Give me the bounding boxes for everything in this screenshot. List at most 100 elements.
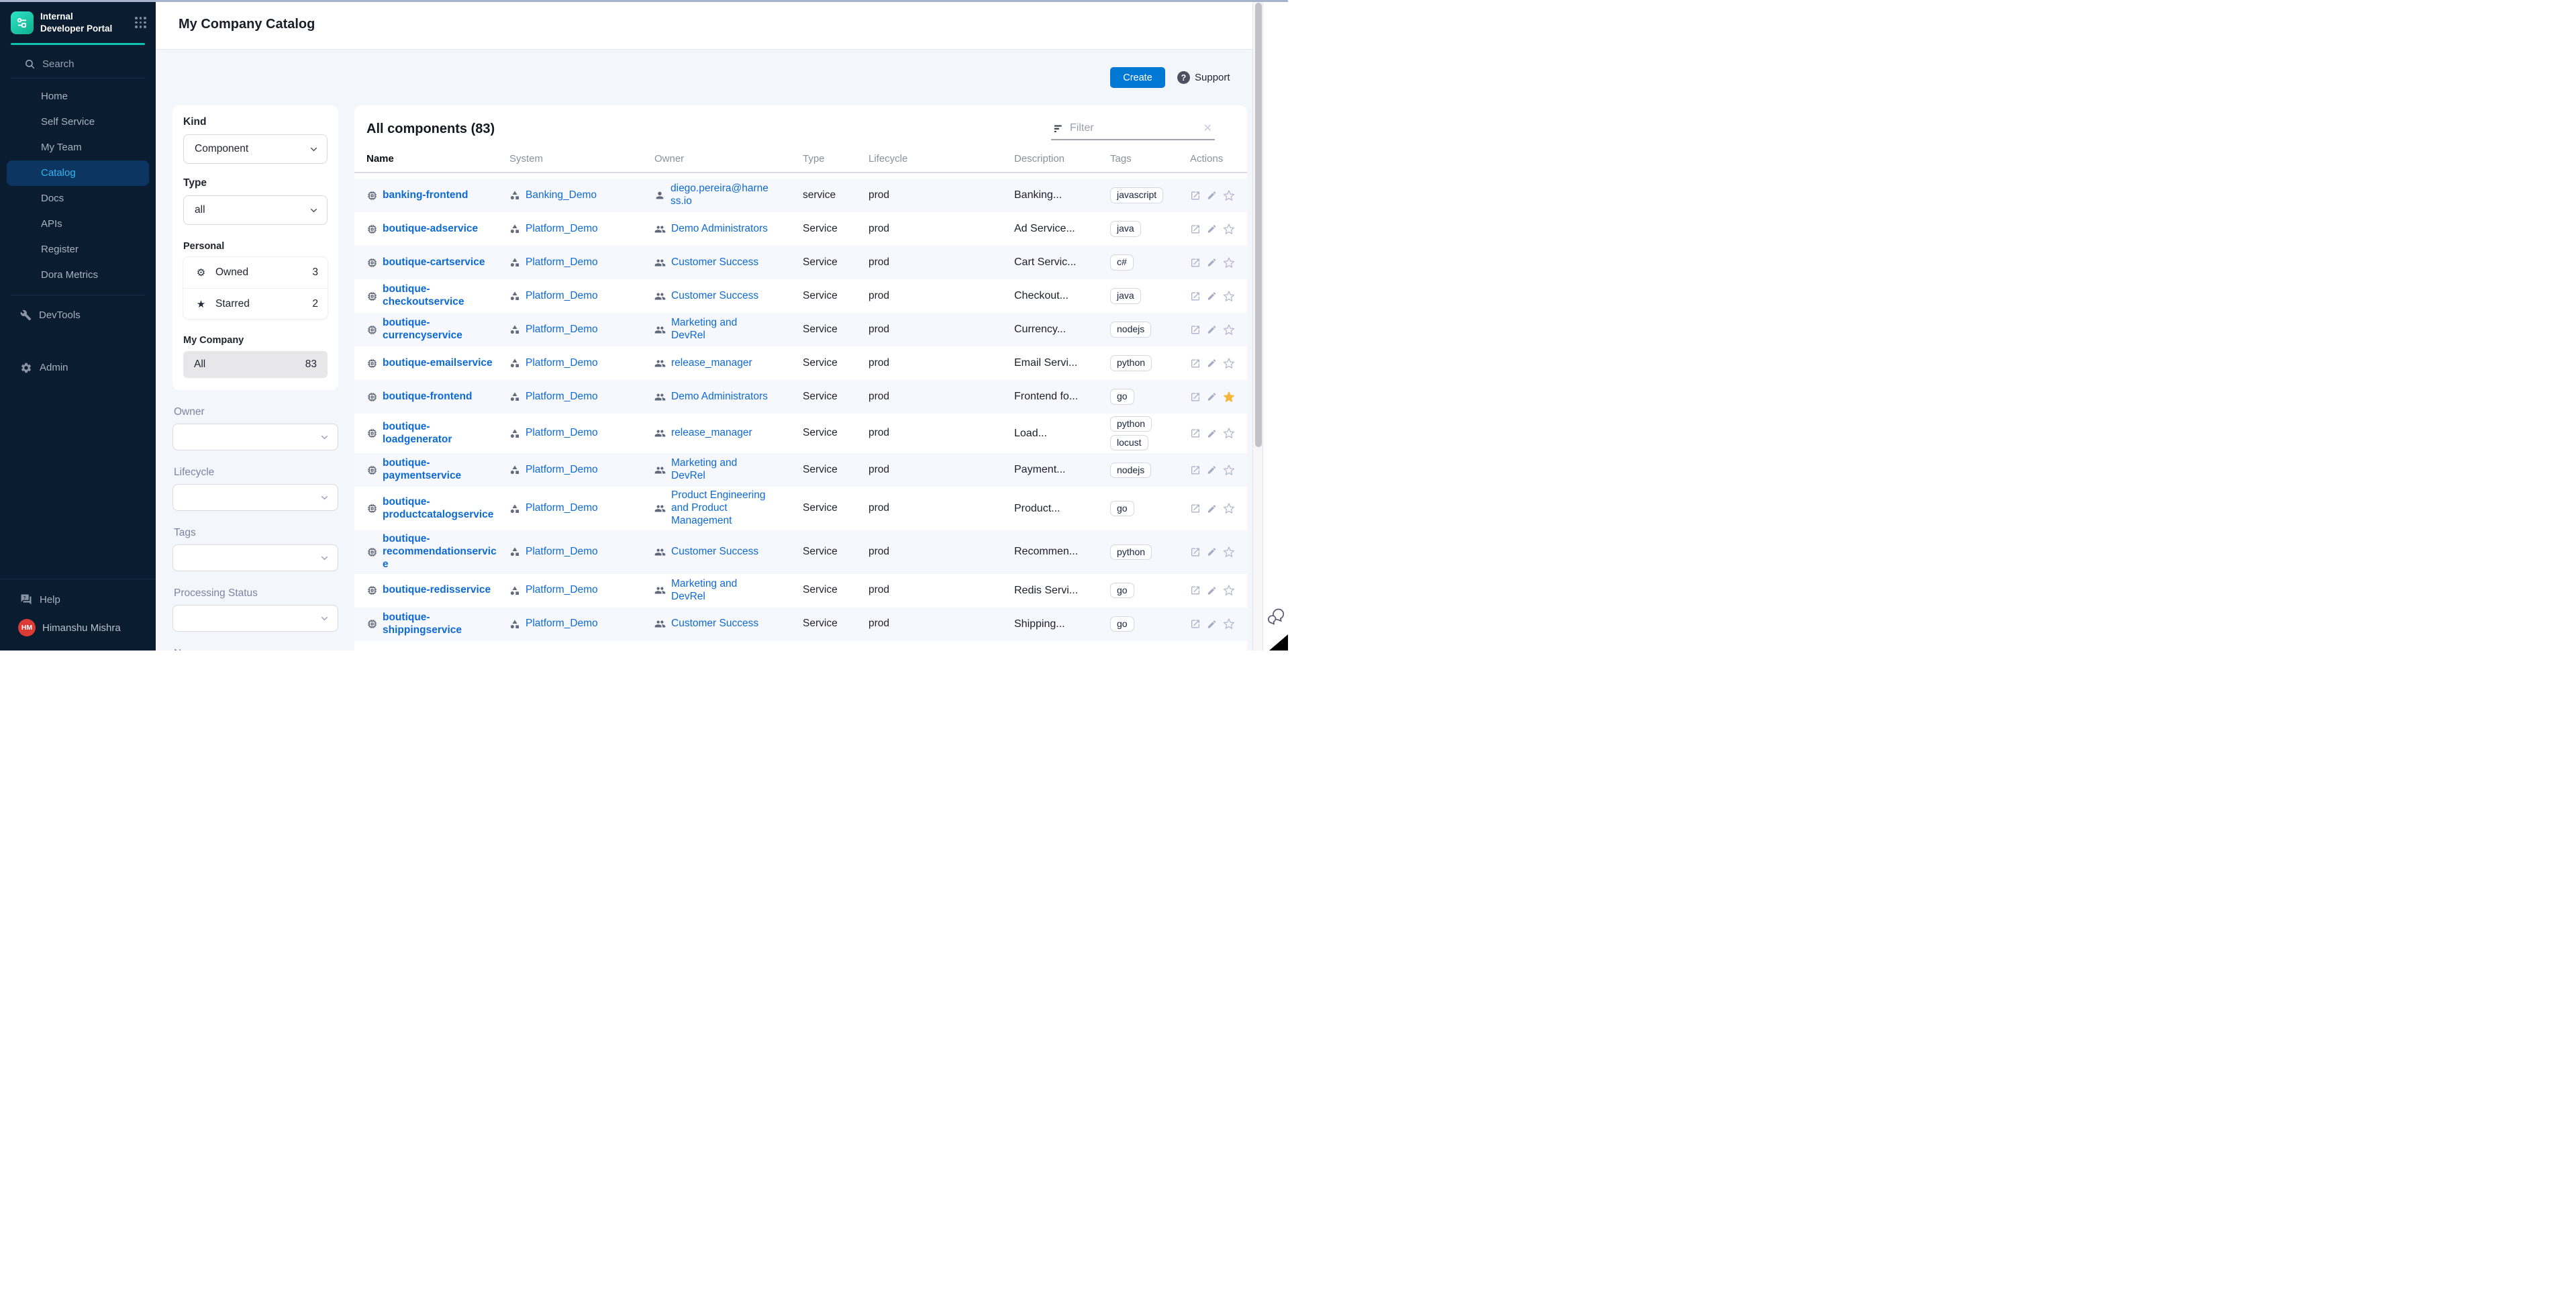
system-link[interactable]: Platform_Demo [526,546,598,559]
owner-link[interactable]: release_manager [671,427,752,440]
sidebar-item-self-service[interactable]: Self Service [0,109,156,135]
column-header-type[interactable]: Type [803,153,869,164]
owner-link[interactable]: Customer Success [671,546,758,559]
tag-chip[interactable]: javascript [1110,187,1163,203]
owner-link[interactable]: Customer Success [671,290,758,303]
user-menu[interactable]: HM Himanshu Mishra [0,613,156,642]
star-toggle-icon[interactable] [1223,391,1235,403]
sidebar-item-help[interactable]: ? Help [0,586,156,613]
system-link[interactable]: Platform_Demo [526,464,598,477]
system-link[interactable]: Platform_Demo [526,502,598,515]
star-toggle-icon[interactable] [1223,546,1235,559]
kind-select[interactable]: Component [183,134,328,164]
component-link[interactable]: boutique-frontend [383,391,472,403]
component-link[interactable]: boutique-checkoutservice [383,283,497,309]
table-row[interactable]: boutique-paymentservice Platform_Demo Ma… [354,453,1247,487]
system-link[interactable]: Platform_Demo [526,391,598,403]
edit-pencil-icon[interactable] [1207,358,1217,369]
open-in-new-icon[interactable] [1190,585,1201,596]
star-toggle-icon[interactable] [1223,464,1235,477]
column-header-owner[interactable]: Owner [654,153,803,164]
sidebar-item-register[interactable]: Register [0,237,156,262]
edit-pencil-icon[interactable] [1207,190,1217,201]
table-row[interactable]: boutique-adservice Platform_Demo Demo Ad… [354,212,1247,246]
open-in-new-icon[interactable] [1190,324,1201,336]
tag-chip[interactable]: go [1110,501,1134,516]
edit-pencil-icon[interactable] [1207,391,1217,402]
owner-link[interactable]: release_manager [671,357,752,370]
sidebar-item-docs[interactable]: Docs [0,186,156,211]
component-link[interactable]: boutique-loadgenerator [383,421,497,446]
owned-filter[interactable]: ⚙︎ Owned 3 [183,257,328,288]
sidebar-item-my-team[interactable]: My Team [0,135,156,160]
edit-pencil-icon[interactable] [1207,546,1217,557]
component-link[interactable]: boutique-paymentservice [383,457,497,483]
open-in-new-icon[interactable] [1190,428,1201,439]
open-in-new-icon[interactable] [1190,465,1201,476]
column-header-name[interactable]: Name [366,153,509,164]
table-filter-input[interactable] [1070,122,1197,134]
extra-filter-select[interactable] [172,605,338,632]
apps-grid-icon[interactable] [135,17,146,28]
edit-pencil-icon[interactable] [1207,291,1217,301]
star-toggle-icon[interactable] [1223,357,1235,370]
component-link[interactable]: boutique-recommendationservice [383,533,497,571]
component-link[interactable]: boutique-adservice [383,223,478,236]
owner-link[interactable]: Marketing and DevRel [671,317,773,342]
component-link[interactable]: boutique-emailservice [383,357,493,370]
system-link[interactable]: Platform_Demo [526,584,598,597]
open-in-new-icon[interactable] [1190,224,1201,235]
open-in-new-icon[interactable] [1190,358,1201,369]
component-link[interactable]: boutique-cartservice [383,256,485,269]
owner-link[interactable]: Customer Success [671,618,758,630]
owner-link[interactable]: Marketing and DevRel [671,578,773,604]
table-row[interactable]: boutique-cartservice Platform_Demo Custo… [354,246,1247,279]
company-all-filter[interactable]: All 83 [183,351,328,378]
star-toggle-icon[interactable] [1223,502,1235,515]
tag-chip[interactable]: go [1110,583,1134,598]
system-link[interactable]: Platform_Demo [526,324,598,336]
extra-filter-select[interactable] [172,484,338,511]
column-header-system[interactable]: System [509,153,654,164]
star-toggle-icon[interactable] [1223,324,1235,336]
edit-pencil-icon[interactable] [1207,503,1217,514]
system-link[interactable]: Platform_Demo [526,357,598,370]
tag-chip[interactable]: nodejs [1110,322,1151,337]
starred-filter[interactable]: ★ Starred 2 [183,288,328,319]
open-in-new-icon[interactable] [1190,190,1201,201]
sidebar-item-apis[interactable]: APIs [0,211,156,237]
tag-chip[interactable]: python [1110,416,1152,432]
component-link[interactable]: boutique-redisservice [383,584,491,597]
table-row[interactable]: boutique-checkoutservice Platform_Demo C… [354,279,1247,313]
tag-chip[interactable]: java [1110,221,1141,236]
edit-pencil-icon[interactable] [1207,465,1217,475]
sidebar-item-catalog[interactable]: Catalog [7,160,149,186]
open-in-new-icon[interactable] [1190,503,1201,514]
scrollbar-thumb[interactable] [1255,3,1262,447]
extra-filter-select[interactable] [172,544,338,571]
open-in-new-icon[interactable] [1190,618,1201,630]
system-link[interactable]: Platform_Demo [526,290,598,303]
page-scrollbar[interactable] [1252,0,1263,650]
column-header-description[interactable]: Description [1014,153,1110,164]
type-select[interactable]: all [183,195,328,225]
tag-chip[interactable]: python [1110,544,1152,560]
edit-pencil-icon[interactable] [1207,224,1217,234]
table-row[interactable]: boutique-loadgenerator Platform_Demo rel… [354,414,1247,453]
system-link[interactable]: Platform_Demo [526,256,598,269]
edit-pencil-icon[interactable] [1207,428,1217,439]
sidebar-item-admin[interactable]: Admin [0,354,156,381]
table-row[interactable]: boutique-shippingservice Platform_Demo C… [354,608,1247,641]
owner-link[interactable]: diego.pereira@harness.io [671,183,773,208]
table-row[interactable]: boutique-currencyservice Platform_Demo M… [354,313,1247,346]
edit-pencil-icon[interactable] [1207,257,1217,268]
open-in-new-icon[interactable] [1190,546,1201,558]
star-toggle-icon[interactable] [1223,223,1235,236]
open-in-new-icon[interactable] [1190,291,1201,302]
system-link[interactable]: Platform_Demo [526,223,598,236]
component-link[interactable]: banking-frontend [383,189,468,202]
system-link[interactable]: Banking_Demo [526,189,597,202]
sidebar-item-dora-metrics[interactable]: Dora Metrics [0,262,156,288]
open-in-new-icon[interactable] [1190,257,1201,269]
owner-link[interactable]: Demo Administrators [671,391,768,403]
